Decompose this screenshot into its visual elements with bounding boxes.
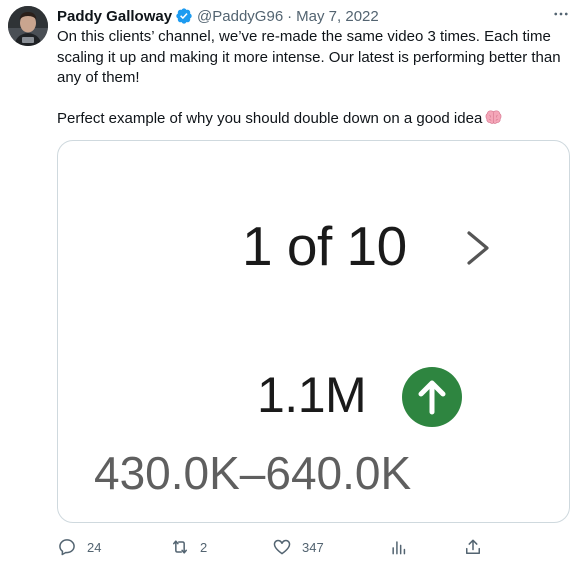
reply-button[interactable]: 24 xyxy=(57,536,101,558)
avatar-image xyxy=(8,6,48,46)
retweet-icon xyxy=(173,540,187,554)
chevron-right-icon xyxy=(467,231,489,265)
author-handle[interactable]: @PaddyG96 xyxy=(197,8,283,25)
reply-icon xyxy=(59,539,75,556)
header-separator: · xyxy=(287,7,293,25)
like-button[interactable]: 347 xyxy=(272,536,324,558)
action-bar: 24 2 347 xyxy=(57,536,487,558)
more-icon[interactable] xyxy=(550,4,572,24)
video-counter: 1 of 10 xyxy=(242,215,407,277)
typical-range: 430.0K–640.0K xyxy=(94,447,412,499)
share-button[interactable] xyxy=(463,536,483,558)
tweet-date[interactable]: May 7, 2022 xyxy=(296,8,379,25)
tweet-paragraph-2-text: Perfect example of why you should double… xyxy=(57,109,483,127)
author-name[interactable]: Paddy Galloway xyxy=(57,8,172,25)
tweet-header: Paddy Galloway @PaddyG96 · May 7, 2022 xyxy=(57,6,572,26)
brain-emoji-icon xyxy=(485,109,502,124)
reply-count: 24 xyxy=(87,539,102,555)
heart-icon xyxy=(273,539,291,555)
analytics-icon xyxy=(392,541,406,555)
tweet-paragraph-1: On this clients’ channel, we’ve re-made … xyxy=(57,28,561,86)
share-icon xyxy=(466,539,480,554)
tweet-text: On this clients’ channel, we’ve re-made … xyxy=(57,27,572,129)
view-count: 1.1M xyxy=(257,367,367,423)
verified-badge-icon xyxy=(176,8,192,24)
avatar[interactable] xyxy=(8,6,48,46)
retweet-button[interactable]: 2 xyxy=(170,536,207,558)
retweet-count: 2 xyxy=(200,539,208,555)
analytics-button[interactable] xyxy=(389,536,409,558)
tweet-paragraph-2: Perfect example of why you should double… xyxy=(57,109,572,130)
arrow-up-icon xyxy=(402,367,462,427)
tweet-media-image[interactable]: 1 of 10 1.1M 430.0K–640.0K xyxy=(57,140,570,523)
tweet: Paddy Galloway @PaddyG96 · May 7, 2022 O… xyxy=(0,0,584,563)
like-count: 347 xyxy=(302,539,324,555)
